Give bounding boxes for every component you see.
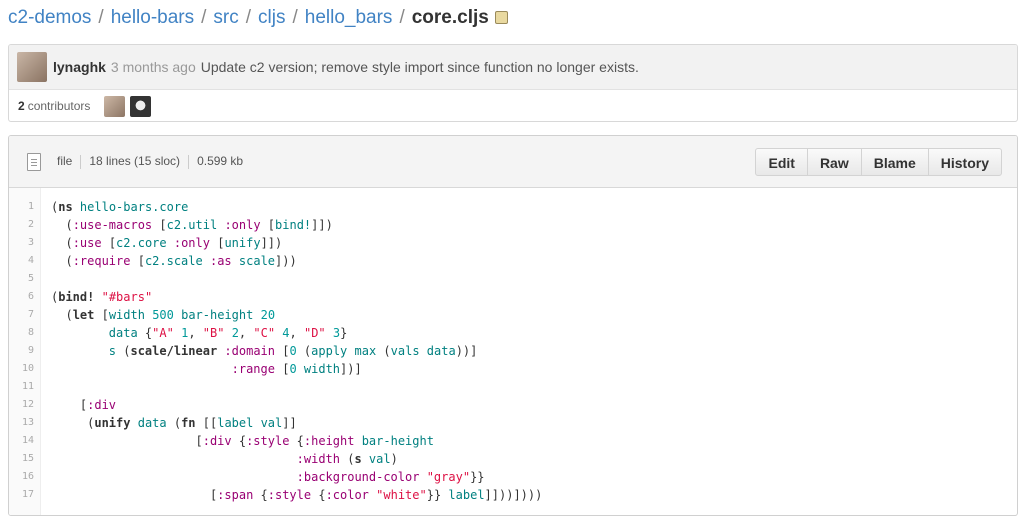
code-line: (:use-macros [c2.util :only [bind!]]) — [51, 218, 333, 232]
avatar[interactable] — [130, 95, 152, 117]
breadcrumb-repo[interactable]: c2-demos — [8, 7, 91, 28]
commit-author[interactable]: lynaghk — [53, 59, 106, 75]
code-line: (unify data (fn [[label val]] — [51, 416, 297, 430]
code-line: [:div {:style {:height bar-height — [51, 434, 434, 448]
breadcrumb-separator: / — [98, 7, 104, 28]
code-line: data {"A" 1, "B" 2, "C" 4, "D" 3} — [108, 326, 348, 340]
line-number[interactable]: 13 — [9, 414, 40, 432]
contributors-label[interactable]: contributors — [28, 99, 91, 113]
line-number[interactable]: 16 — [9, 468, 40, 486]
breadcrumb: c2-demos / hello-bars / src / cljs / hello_bars /… — [8, 5, 508, 31]
code-line: :width (s val) — [296, 452, 398, 466]
avatar[interactable] — [17, 52, 47, 82]
commit-box: lynaghk 3 months ago Update c2 version; … — [8, 44, 1018, 122]
line-number[interactable]: 8 — [9, 324, 40, 342]
code-line: (ns hello-bars.core — [51, 200, 189, 214]
commit-message[interactable]: Update c2 version; remove style import s… — [201, 59, 639, 75]
line-number[interactable]: 17 — [9, 486, 40, 504]
commit-age: 3 months ago — [110, 59, 196, 75]
file-size: 0.599 kb — [197, 154, 244, 169]
code-lines: (ns hello-bars.core (:use-macros [c2.uti… — [41, 188, 542, 515]
code-view: 1 2 3 4 5 6 7 8 9 10 11 12 13 14 15 16 1… — [9, 188, 1017, 515]
file-mode: file — [57, 154, 73, 169]
file-info: file 18 lines (15 sloc) 0.599 kb — [57, 154, 243, 169]
avatar[interactable] — [104, 95, 126, 117]
line-number[interactable]: 2 — [9, 216, 40, 234]
code-line: (:require [c2.scale :as scale])) — [51, 254, 297, 268]
line-number[interactable]: 3 — [9, 234, 40, 252]
line-number[interactable]: 12 — [9, 396, 40, 414]
line-number[interactable]: 10 — [9, 360, 40, 378]
file-viewer: file 18 lines (15 sloc) 0.599 kb Edit Raw … — [8, 135, 1018, 516]
breadcrumb-current-file: core.cljs — [411, 7, 489, 28]
line-number[interactable]: 1 — [9, 198, 40, 216]
raw-button[interactable]: Raw — [806, 148, 862, 176]
code-line: [:span {:style {:color "white"}} label]]… — [51, 488, 543, 502]
file-header: file 18 lines (15 sloc) 0.599 kb Edit Raw … — [9, 136, 1017, 188]
code-line: (let [width 500 bar-height 20 — [51, 308, 276, 322]
history-button[interactable]: History — [927, 148, 1002, 176]
commit-summary: lynaghk 3 months ago Update c2 version; … — [9, 45, 1017, 90]
code-line: :range [0 width])] — [231, 362, 362, 376]
line-number[interactable]: 4 — [9, 252, 40, 270]
line-number[interactable]: 6 — [9, 288, 40, 306]
edit-button[interactable]: Edit — [755, 148, 808, 176]
file-line-count: 18 lines (15 sloc) — [89, 154, 181, 169]
breadcrumb-hello-bars-dir[interactable]: hello_bars — [305, 7, 393, 28]
contributors-count: 2 — [18, 99, 25, 113]
contributors: 2 contributors — [9, 90, 1017, 121]
breadcrumb-src[interactable]: src — [213, 7, 238, 28]
file-icon — [27, 152, 41, 171]
line-number[interactable]: 11 — [9, 378, 40, 396]
breadcrumb-separator: / — [201, 7, 207, 28]
line-number[interactable]: 5 — [9, 270, 40, 288]
breadcrumb-separator: / — [292, 7, 298, 28]
line-number-gutter: 1 2 3 4 5 6 7 8 9 10 11 12 13 14 15 16 1… — [9, 188, 41, 515]
line-number[interactable]: 9 — [9, 342, 40, 360]
divider — [80, 154, 82, 169]
code-line: (:use [c2.core :only [unify]]) — [51, 236, 283, 250]
breadcrumb-separator: / — [245, 7, 252, 28]
file-actions: Edit Raw Blame History — [755, 148, 1002, 176]
line-number[interactable]: 15 — [9, 450, 40, 468]
code-line: (bind! "#bars" — [51, 290, 153, 304]
breadcrumb-separator: / — [399, 7, 405, 28]
breadcrumb-hello-bars[interactable]: hello-bars — [111, 7, 194, 28]
line-number[interactable]: 14 — [9, 432, 40, 450]
line-number[interactable]: 7 — [9, 306, 40, 324]
clipboard-icon[interactable] — [494, 11, 508, 24]
blame-button[interactable]: Blame — [860, 148, 929, 176]
code-line: s (scale/linear :domain [0 (apply max (v… — [108, 344, 478, 358]
divider — [188, 154, 190, 169]
breadcrumb-cljs[interactable]: cljs — [258, 7, 285, 28]
code-line: :background-color "gray"}} — [296, 470, 485, 484]
code-line: [:div — [51, 398, 117, 412]
